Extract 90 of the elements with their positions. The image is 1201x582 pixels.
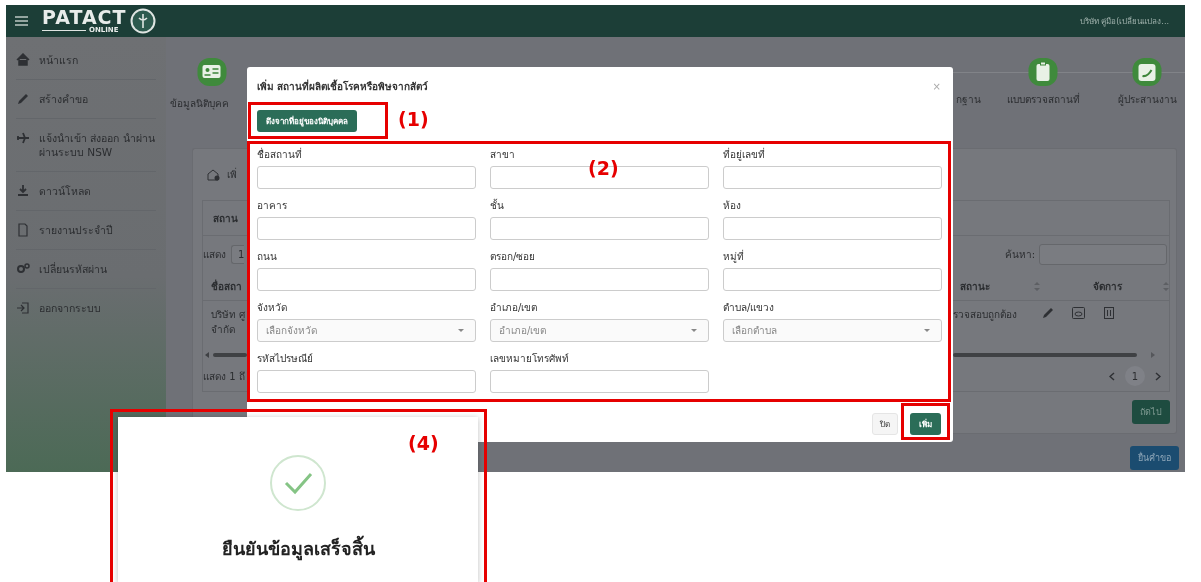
previous-page-icon[interactable] xyxy=(1109,371,1115,381)
input-field[interactable] xyxy=(723,268,942,291)
step-label: แบบตรวจสถานที่ xyxy=(1006,92,1080,107)
delete-icon[interactable] xyxy=(1104,307,1114,319)
menu-icon[interactable] xyxy=(15,16,28,26)
table-info: แสดง 1 ถึ xyxy=(203,369,245,384)
input-field[interactable] xyxy=(257,217,476,240)
input-field[interactable] xyxy=(490,370,709,393)
annotation-label: (2) xyxy=(588,157,619,179)
logout-icon[interactable] xyxy=(16,301,30,315)
dropdown-field[interactable]: อำเภอ/เขต xyxy=(490,319,709,342)
field-label: อำเภอ/เขต xyxy=(490,302,538,314)
field-label: เลขหมายโทรศัพท์ xyxy=(490,353,569,365)
scroll-right-icon[interactable] xyxy=(1151,352,1155,358)
sort-icon[interactable] xyxy=(1163,281,1169,291)
caret-icon xyxy=(691,329,697,332)
check-icon xyxy=(269,454,327,512)
submit-button[interactable]: ยื่นคำขอ xyxy=(1130,446,1179,470)
input-field[interactable] xyxy=(257,166,476,189)
sidebar-item[interactable]: เปลี่ยนรหัสผ่าน xyxy=(39,262,107,276)
page-number[interactable]: 1 xyxy=(1125,366,1145,386)
sidebar-item[interactable]: แจ้งนำเข้า ส่งออก นำผ่าน ผ่านระบบ NSW xyxy=(39,131,156,159)
step-icon xyxy=(1028,58,1058,86)
field-label: ตำบล/แขวง xyxy=(723,302,775,314)
field-label: จังหวัด xyxy=(257,302,287,314)
caret-icon xyxy=(924,329,930,332)
input-field[interactable] xyxy=(490,268,709,291)
close-button[interactable]: ปิด xyxy=(872,413,898,435)
input-field[interactable] xyxy=(723,217,942,240)
field-label: รหัสไปรษณีย์ xyxy=(257,353,313,365)
annotation-label: (4) xyxy=(408,432,439,454)
field-label: ที่อยู่เลขที่ xyxy=(723,149,765,161)
show-label: แสดง xyxy=(203,247,226,262)
field-label: ถนน xyxy=(257,251,277,263)
close-button[interactable]: × xyxy=(932,80,941,92)
next-button[interactable]: ถัดไป xyxy=(1132,400,1170,424)
tab[interactable]: สถาน xyxy=(213,210,238,226)
download-icon[interactable] xyxy=(16,184,30,198)
dropdown-field[interactable]: เลือกจังหวัด xyxy=(257,319,476,342)
sidebar-item[interactable]: สร้างคำขอ xyxy=(39,92,88,106)
logo-title: PATACT xyxy=(42,8,127,26)
field-label: หมู่ที่ xyxy=(723,251,744,263)
step-label: ข้อมูลนิติบุคค xyxy=(170,97,229,111)
sidebar-item[interactable]: ออกจากระบบ xyxy=(39,301,101,315)
sort-icon[interactable] xyxy=(1034,281,1040,291)
fetch-address-button[interactable]: ดึงจากที่อยู่ของนิติบุคคล xyxy=(257,110,357,132)
view-icon[interactable] xyxy=(1072,307,1085,319)
step-icon xyxy=(1132,58,1162,86)
emblem-icon xyxy=(129,8,156,34)
field-label: ห้อง xyxy=(723,200,741,212)
modal-title: เพิ่ม สถานที่ผลิตเชื้อโรคหรือพิษจากสัตว์ xyxy=(257,78,429,94)
airplane-icon[interactable] xyxy=(16,131,30,145)
card-title: เพิ่ xyxy=(227,167,237,182)
field-label: ตรอก/ซอย xyxy=(490,251,536,263)
field-label: ชั้น xyxy=(490,200,504,212)
scroll-left-icon[interactable] xyxy=(205,352,209,358)
table-cell-text: บริษัท ศู xyxy=(211,308,246,322)
search-label: ค้นหา: xyxy=(1004,247,1035,262)
input-field[interactable] xyxy=(257,370,476,393)
step-icon xyxy=(197,58,227,86)
page-size-dropdown[interactable]: 1 xyxy=(231,244,245,264)
field-label: อาคาร xyxy=(257,200,287,212)
step-label: กฐาน xyxy=(956,94,981,105)
input-field[interactable] xyxy=(257,268,476,291)
field-label: ชื่อสถานที่ xyxy=(257,149,302,161)
gears-icon[interactable] xyxy=(16,262,30,276)
next-page-icon[interactable] xyxy=(1155,371,1161,381)
sidebar-item[interactable]: ดาวน์โหลด xyxy=(39,184,91,198)
input-field[interactable] xyxy=(490,217,709,240)
table-cell-text: รวจสอบถูกต้อง xyxy=(953,308,1017,322)
column-header[interactable]: ชื่อสถา xyxy=(211,278,242,294)
caret-icon xyxy=(458,329,464,332)
table-cell-text: จำกัด xyxy=(211,323,235,337)
input-field[interactable] xyxy=(723,166,942,189)
edit-icon[interactable] xyxy=(1042,307,1054,319)
home-icon[interactable] xyxy=(16,53,30,67)
dropdown-field[interactable]: เลือกตำบล xyxy=(723,319,942,342)
field-label: สาขา xyxy=(490,149,515,161)
column-header[interactable]: จัดการ xyxy=(1093,278,1122,294)
sidebar-item[interactable]: หน้าแรก xyxy=(39,53,78,67)
step-label: ผู้ประสานงาน xyxy=(1117,93,1177,107)
toast-message: ยืนยันข้อมูลเสร็จสิ้น xyxy=(221,534,375,563)
building-icon xyxy=(207,168,221,181)
annotation-label: (1) xyxy=(398,108,429,130)
column-header[interactable]: สถานะ xyxy=(960,278,990,294)
pencil-icon[interactable] xyxy=(16,92,30,106)
add-button[interactable]: เพิ่ม xyxy=(910,413,941,435)
document-icon[interactable] xyxy=(16,223,30,237)
user-name: บริษัท คู่มือ(เปลี่ยนแปลง... xyxy=(1079,15,1169,28)
sidebar-item[interactable]: รายงานประจำปี xyxy=(39,223,113,237)
